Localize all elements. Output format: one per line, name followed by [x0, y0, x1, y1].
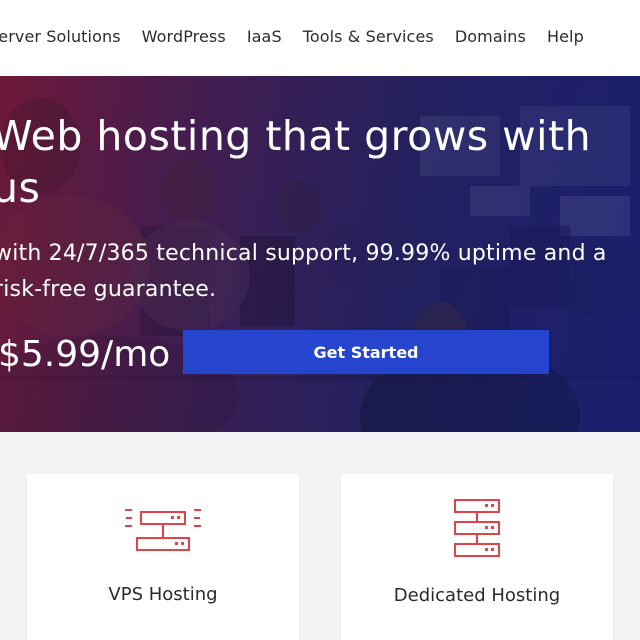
- hero-price: $5.99/mo: [0, 334, 171, 375]
- page: Server Solutions WordPress IaaS Tools & …: [0, 0, 640, 640]
- top-navbar: Server Solutions WordPress IaaS Tools & …: [0, 0, 640, 76]
- nav-item-help[interactable]: Help: [547, 27, 584, 46]
- dedicated-hosting-card[interactable]: Dedicated Hosting: [341, 474, 613, 640]
- hero-subtitle: with 24/7/365 technical support, 99.99% …: [0, 241, 607, 302]
- nav-item-server-solutions[interactable]: Server Solutions: [0, 27, 121, 46]
- dedicated-server-icon: [454, 499, 500, 557]
- nav-menu: Server Solutions WordPress IaaS Tools & …: [0, 27, 605, 46]
- vps-server-icon: [125, 509, 201, 551]
- vps-hosting-card[interactable]: VPS Hosting: [27, 474, 299, 640]
- nav-item-wordpress[interactable]: WordPress: [142, 27, 226, 46]
- nav-item-domains[interactable]: Domains: [455, 27, 526, 46]
- nav-item-tools-services[interactable]: Tools & Services: [303, 27, 434, 46]
- nav-item-iaas[interactable]: IaaS: [247, 27, 282, 46]
- hero-title: Web hosting that grows with us: [0, 112, 592, 212]
- dedicated-hosting-label: Dedicated Hosting: [393, 585, 561, 606]
- hero-banner: Web hosting that grows with us with 24/7…: [0, 76, 640, 432]
- vps-hosting-label: VPS Hosting: [108, 584, 218, 605]
- get-started-button[interactable]: Get Started: [183, 330, 549, 374]
